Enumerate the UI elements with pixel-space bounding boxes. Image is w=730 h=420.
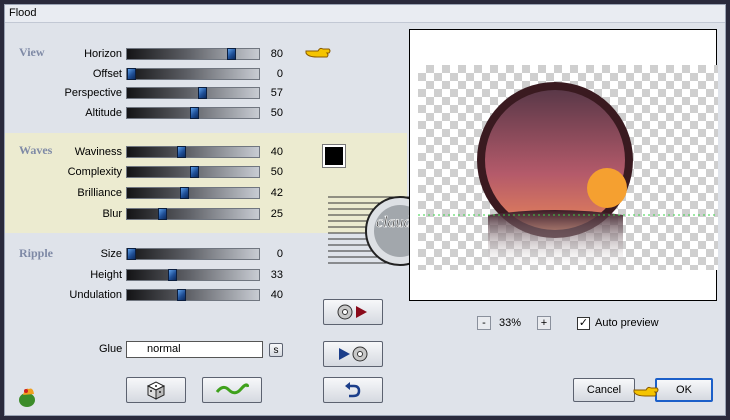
value-height[interactable]: 33 <box>243 268 283 282</box>
slider-altitude[interactable] <box>126 107 260 119</box>
wave-icon <box>215 383 249 395</box>
slider-thumb[interactable] <box>158 208 167 220</box>
slider-thumb[interactable] <box>190 107 199 119</box>
wave-button[interactable] <box>202 377 262 403</box>
glue-s-button[interactable]: s <box>269 343 283 357</box>
param-label-horizon: Horizon <box>84 48 122 60</box>
zoom-level: 33% <box>499 317 522 329</box>
value-offset[interactable]: 0 <box>243 67 283 81</box>
param-label-size: Size <box>100 248 122 260</box>
value-undulation[interactable]: 40 <box>243 288 283 302</box>
value-blur[interactable]: 25 <box>243 207 283 221</box>
zoom-out-button[interactable]: - <box>477 316 491 330</box>
slider-thumb[interactable] <box>177 146 186 158</box>
slider-thumb[interactable] <box>180 187 189 199</box>
slider-thumb[interactable] <box>168 269 177 281</box>
param-label-complexity: Complexity <box>67 166 122 178</box>
auto-preview-checkbox[interactable]: ✓ <box>577 317 590 330</box>
dice-icon <box>146 381 166 400</box>
cancel-button[interactable]: Cancel <box>573 378 635 402</box>
param-label-height: Height <box>90 269 122 281</box>
slider-size[interactable] <box>126 248 260 260</box>
preview-panel <box>409 29 718 301</box>
pointing-hand-ok-icon <box>633 386 659 397</box>
plugin-logo-icon <box>19 388 35 407</box>
flood-dialog: Flood View Waves Ripple Horizon 80 Offset 0… <box>4 4 726 416</box>
slider-thumb[interactable] <box>127 248 136 260</box>
pointing-hand-icon <box>305 47 331 58</box>
param-label-brilliance: Brilliance <box>77 187 122 199</box>
random-button[interactable] <box>126 377 186 403</box>
undo-icon <box>345 382 361 398</box>
zoom-in-button[interactable]: + <box>537 316 551 330</box>
value-altitude[interactable]: 50 <box>243 106 283 120</box>
slider-thumb[interactable] <box>198 87 207 99</box>
value-size[interactable]: 0 <box>243 247 283 261</box>
play-disc-icon <box>339 346 368 362</box>
load-preset-button[interactable] <box>323 299 383 325</box>
value-brilliance[interactable]: 42 <box>243 186 283 200</box>
slider-perspective[interactable] <box>126 87 260 99</box>
slider-height[interactable] <box>126 269 260 281</box>
preview-canvas <box>418 65 718 270</box>
param-label-waviness: Waviness <box>74 146 122 158</box>
param-label-blur: Blur <box>102 208 122 220</box>
slider-undulation[interactable] <box>126 289 260 301</box>
slider-thumb[interactable] <box>127 68 136 80</box>
glue-select[interactable]: normal <box>126 341 263 358</box>
value-waviness[interactable]: 40 <box>243 145 283 159</box>
slider-horizon[interactable] <box>126 48 260 60</box>
title-bar: Flood <box>5 5 725 23</box>
value-complexity[interactable]: 50 <box>243 165 283 179</box>
param-label-altitude: Altitude <box>85 107 122 119</box>
glue-label: Glue <box>99 343 123 355</box>
param-label-offset: Offset <box>92 68 122 80</box>
slider-blur[interactable] <box>126 208 260 220</box>
color-swatch[interactable] <box>322 144 346 168</box>
reset-button[interactable] <box>323 377 383 403</box>
value-perspective[interactable]: 57 <box>243 86 283 100</box>
ok-button[interactable]: OK <box>655 378 713 402</box>
slider-waviness[interactable] <box>126 146 260 158</box>
save-preset-button[interactable] <box>323 341 383 367</box>
slider-thumb[interactable] <box>190 166 199 178</box>
slider-complexity[interactable] <box>126 166 260 178</box>
slider-thumb[interactable] <box>227 48 236 60</box>
value-horizon[interactable]: 80 <box>243 47 283 61</box>
disc-play-icon <box>337 304 367 320</box>
param-label-perspective: Perspective <box>64 87 122 99</box>
slider-brilliance[interactable] <box>126 187 260 199</box>
param-label-undulation: Undulation <box>69 289 122 301</box>
slider-offset[interactable] <box>126 68 260 80</box>
preview-image <box>418 82 718 270</box>
auto-preview-label: Auto preview <box>595 317 659 329</box>
slider-thumb[interactable] <box>177 289 186 301</box>
